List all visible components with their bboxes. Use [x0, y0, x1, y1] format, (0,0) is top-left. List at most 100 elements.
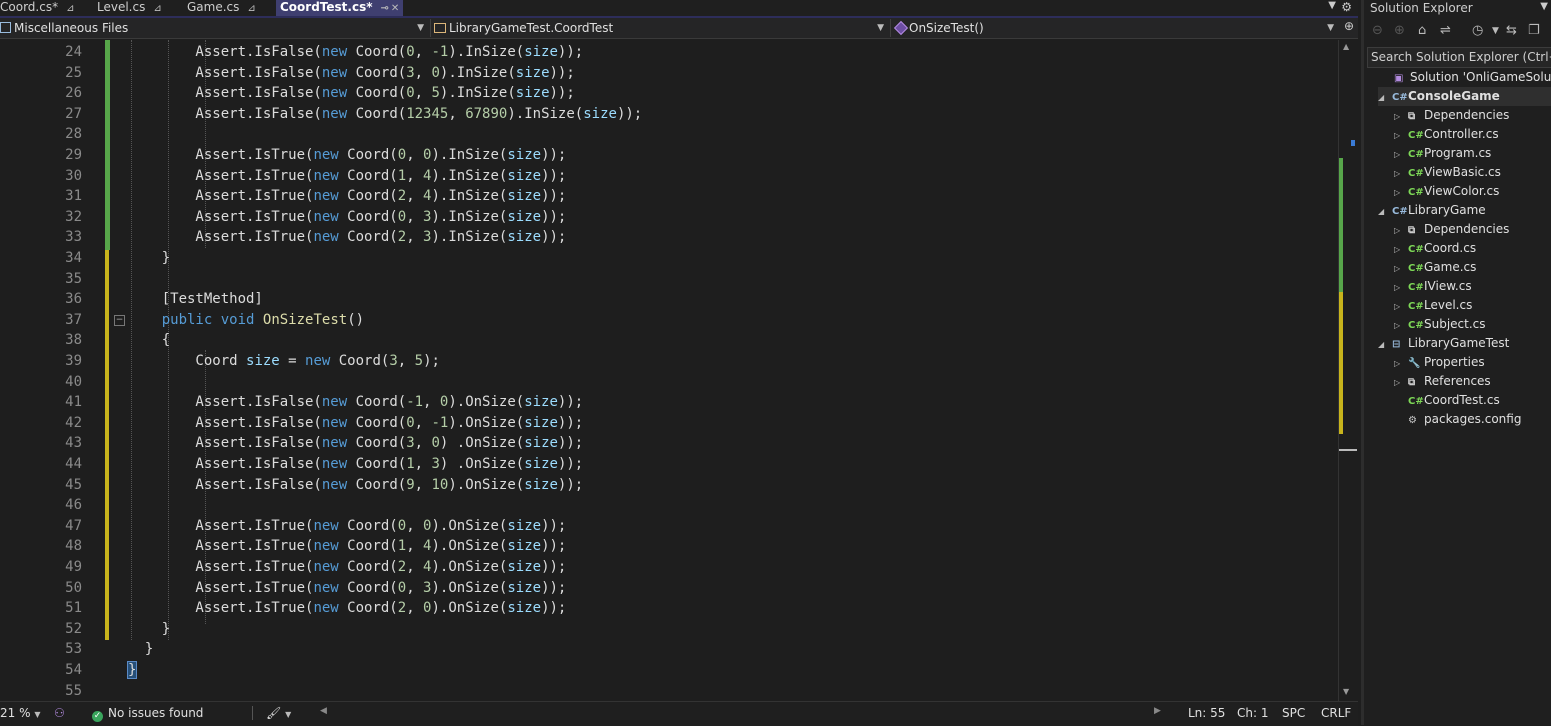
vertical-scrollbar[interactable]: ▲ ▼ — [1338, 40, 1357, 701]
search-input[interactable]: Search Solution Explorer (Ctrl+ж) — [1367, 47, 1551, 68]
expand-toggle-icon[interactable]: ▷ — [1394, 278, 1408, 297]
sync-icon[interactable]: ⇌ — [1440, 23, 1451, 38]
code-text[interactable]: Assert.IsTrue(new Coord(2, 4).InSize(siz… — [128, 186, 566, 206]
code-text[interactable]: Assert.IsFalse(new Coord(0, -1).InSize(s… — [128, 42, 583, 62]
code-editor[interactable]: − 24 Assert.IsFalse(new Coord(0, -1).InS… — [0, 40, 1336, 701]
code-text[interactable]: Assert.IsFalse(new Coord(3, 0).InSize(si… — [128, 63, 574, 83]
scroll-right-icon[interactable]: ▶ — [1154, 706, 1161, 716]
code-line[interactable]: 36 [TestMethod] — [0, 289, 1336, 309]
code-line[interactable]: 49 Assert.IsTrue(new Coord(2, 4).OnSize(… — [0, 557, 1336, 577]
tree-item[interactable]: ▷ 🔧 Properties — [1394, 353, 1551, 372]
code-text[interactable]: Assert.IsFalse(new Coord(-1, 0).OnSize(s… — [128, 392, 583, 412]
tree-item[interactable]: ◢ C#LibraryGame — [1378, 201, 1551, 220]
code-text[interactable]: Assert.IsFalse(new Coord(0, 5).InSize(si… — [128, 83, 574, 103]
code-line[interactable]: 53 } — [0, 639, 1336, 659]
expand-toggle-icon[interactable]: ▷ — [1394, 259, 1408, 278]
code-line[interactable]: 42 Assert.IsFalse(new Coord(0, -1).OnSiz… — [0, 413, 1336, 433]
chevron-down-icon[interactable]: ▼ — [1492, 26, 1499, 36]
tree-item[interactable]: ▷ C#Controller.cs — [1394, 125, 1551, 144]
code-line[interactable]: 30 Assert.IsTrue(new Coord(1, 4).InSize(… — [0, 166, 1336, 186]
panel-options-icon[interactable]: ▼ — [1540, 1, 1548, 12]
code-text[interactable]: Assert.IsFalse(new Coord(12345, 67890).I… — [128, 104, 642, 124]
code-text[interactable]: Assert.IsTrue(new Coord(2, 0).OnSize(siz… — [128, 598, 566, 618]
code-text[interactable]: Assert.IsTrue(new Coord(0, 3).OnSize(siz… — [128, 578, 566, 598]
code-text[interactable]: Assert.IsFalse(new Coord(9, 10).OnSize(s… — [128, 475, 583, 495]
tree-item[interactable]: ▷ C#ViewColor.cs — [1394, 182, 1551, 201]
code-text[interactable]: Assert.IsTrue(new Coord(2, 3).InSize(siz… — [128, 227, 566, 247]
code-line[interactable]: 48 Assert.IsTrue(new Coord(1, 4).OnSize(… — [0, 536, 1336, 556]
history-icon[interactable]: ◷ — [1472, 23, 1483, 38]
collapse-all-icon[interactable]: ❐ — [1528, 23, 1540, 38]
code-text[interactable]: Assert.IsTrue(new Coord(2, 4).OnSize(siz… — [128, 557, 566, 577]
code-line[interactable]: 40 — [0, 372, 1336, 392]
code-line[interactable]: 37 public void OnSizeTest() — [0, 310, 1336, 330]
code-line[interactable]: 31 Assert.IsTrue(new Coord(2, 4).InSize(… — [0, 186, 1336, 206]
code-text[interactable]: Assert.IsTrue(new Coord(0, 3).InSize(siz… — [128, 207, 566, 227]
code-line[interactable]: 52 } — [0, 619, 1336, 639]
code-text[interactable]: Assert.IsFalse(new Coord(3, 0) .OnSize(s… — [128, 433, 583, 453]
tree-item[interactable]: ◢ C#ConsoleGame — [1378, 87, 1551, 106]
code-line[interactable]: 34 } — [0, 248, 1336, 268]
pin-icon[interactable]: ⊿ — [247, 3, 255, 14]
tree-item[interactable]: ▷ ⧉ Dependencies — [1394, 106, 1551, 125]
tree-item[interactable]: C#CoordTest.cs — [1394, 391, 1551, 410]
code-line[interactable]: 45 Assert.IsFalse(new Coord(9, 10).OnSiz… — [0, 475, 1336, 495]
code-text[interactable]: Assert.IsTrue(new Coord(1, 4).OnSize(siz… — [128, 536, 566, 556]
tree-item[interactable]: ▷ C#Coord.cs — [1394, 239, 1551, 258]
code-line[interactable]: 28 — [0, 124, 1336, 144]
tab-overflow-icon[interactable]: ▼ — [1328, 0, 1336, 11]
code-line[interactable]: 39 Coord size = new Coord(3, 5); — [0, 351, 1336, 371]
code-line[interactable]: 33 Assert.IsTrue(new Coord(2, 3).InSize(… — [0, 227, 1336, 247]
back-icon[interactable]: ⊖ — [1372, 23, 1383, 38]
expand-toggle-icon[interactable]: ▷ — [1394, 373, 1408, 392]
code-text[interactable]: [TestMethod] — [128, 289, 263, 309]
expand-toggle-icon[interactable]: ▷ — [1394, 145, 1408, 164]
code-line[interactable]: 43 Assert.IsFalse(new Coord(3, 0) .OnSiz… — [0, 433, 1336, 453]
tree-item[interactable]: ▷ C#Level.cs — [1394, 296, 1551, 315]
scroll-left-icon[interactable]: ◀ — [320, 706, 327, 716]
expand-toggle-icon[interactable]: ▷ — [1394, 316, 1408, 335]
split-editor-icon[interactable]: ⊕ — [1344, 19, 1354, 33]
tab-level-cs[interactable]: Level.cs ⊿ — [97, 0, 162, 16]
tab-coordtest-cs[interactable]: CoordTest.cs* ⊸ ✕ — [276, 0, 404, 16]
code-line[interactable]: 41 Assert.IsFalse(new Coord(-1, 0).OnSiz… — [0, 392, 1336, 412]
gear-icon[interactable]: ⚙ — [1341, 0, 1352, 14]
line-ending-indicator[interactable]: CRLF — [1321, 706, 1351, 720]
code-line[interactable]: 55 — [0, 681, 1336, 701]
code-text[interactable]: Assert.IsTrue(new Coord(1, 4).InSize(siz… — [128, 166, 566, 186]
code-line[interactable]: 47 Assert.IsTrue(new Coord(0, 0).OnSize(… — [0, 516, 1336, 536]
code-line[interactable]: 27 Assert.IsFalse(new Coord(12345, 67890… — [0, 104, 1336, 124]
code-line[interactable]: 51 Assert.IsTrue(new Coord(2, 0).OnSize(… — [0, 598, 1336, 618]
expand-toggle-icon[interactable]: ▷ — [1394, 164, 1408, 183]
project-dropdown[interactable]: Miscellaneous Files ▼ — [0, 20, 428, 36]
expand-toggle-icon[interactable]: ▷ — [1394, 240, 1408, 259]
expand-toggle-icon[interactable]: ▷ — [1394, 126, 1408, 145]
issues-indicator[interactable]: ✓ No issues found — [92, 706, 203, 722]
expand-toggle-icon[interactable]: ◢ — [1378, 202, 1392, 221]
tree-item[interactable]: ▷ C#Program.cs — [1394, 144, 1551, 163]
forward-icon[interactable]: ⊕ — [1394, 23, 1405, 38]
column-indicator[interactable]: Ch: 1 — [1237, 706, 1268, 720]
copilot-icon[interactable]: ⚇ — [54, 706, 65, 720]
code-line[interactable]: 26 Assert.IsFalse(new Coord(0, 5).InSize… — [0, 83, 1336, 103]
code-text[interactable]: } — [128, 639, 153, 659]
code-text[interactable]: Assert.IsTrue(new Coord(0, 0).InSize(siz… — [128, 145, 566, 165]
code-text[interactable]: } — [128, 619, 170, 639]
code-text[interactable]: Coord size = new Coord(3, 5); — [128, 351, 440, 371]
expand-toggle-icon[interactable]: ▷ — [1394, 297, 1408, 316]
code-line[interactable]: 54} — [0, 660, 1336, 680]
code-line[interactable]: 24 Assert.IsFalse(new Coord(0, -1).InSiz… — [0, 42, 1336, 62]
code-text[interactable]: } — [126, 660, 138, 680]
line-indicator[interactable]: Ln: 55 — [1188, 706, 1225, 720]
pin-icon[interactable]: ⊿ — [153, 3, 161, 14]
tab-game-cs[interactable]: Game.cs ⊿ — [187, 0, 256, 16]
expand-toggle-icon[interactable]: ◢ — [1378, 88, 1392, 107]
whitespace-indicator[interactable]: SPC — [1282, 706, 1305, 720]
expand-toggle-icon[interactable]: ▷ — [1394, 354, 1408, 373]
tree-item[interactable]: ▷ ⧉ References — [1394, 372, 1551, 391]
expand-toggle-icon[interactable]: ▷ — [1394, 107, 1408, 126]
scroll-up-icon[interactable]: ▲ — [1343, 42, 1349, 51]
code-text[interactable]: public void OnSizeTest() — [128, 310, 364, 330]
tree-item[interactable]: ▷ ⧉ Dependencies — [1394, 220, 1551, 239]
class-dropdown[interactable]: LibraryGameTest.CoordTest ▼ — [434, 20, 888, 36]
